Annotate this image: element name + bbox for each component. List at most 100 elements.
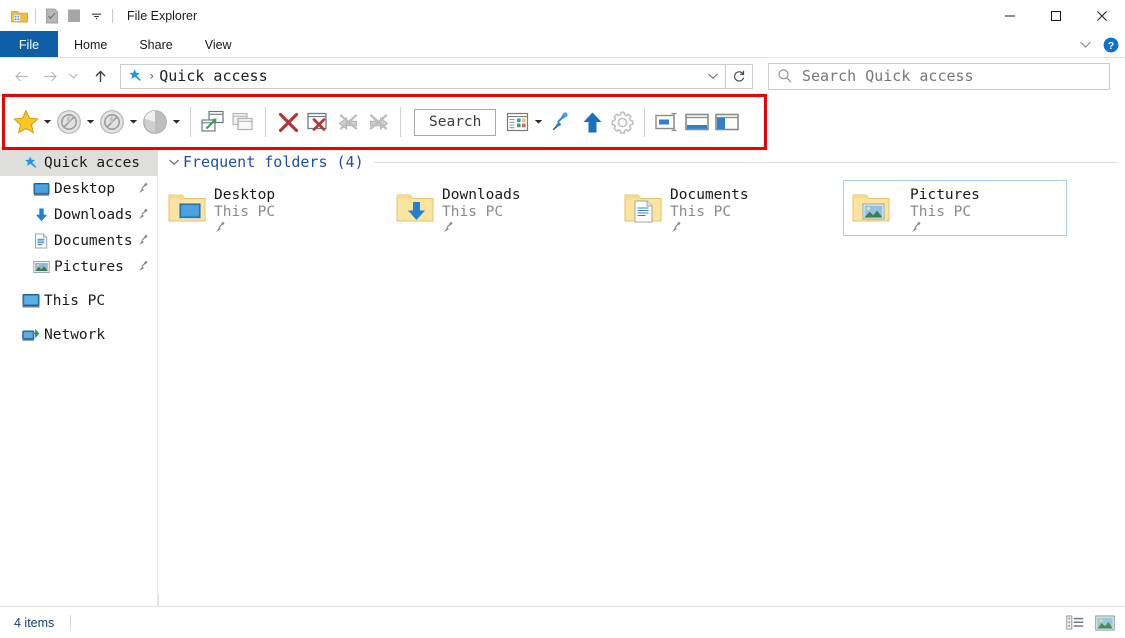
search-icon — [777, 68, 793, 84]
chevron-down-icon[interactable] — [532, 104, 545, 140]
sidebar-item-label: Pictures — [54, 259, 124, 275]
quick-access-toolbar — [0, 5, 118, 27]
favorites-star-icon[interactable] — [11, 104, 41, 140]
folder-tile-pictures[interactable]: Pictures This PC — [843, 180, 1067, 236]
sidebar-item-quick-access[interactable]: Quick acces — [0, 150, 157, 176]
maximize-button[interactable] — [1033, 0, 1079, 31]
settings-gear-icon[interactable] — [607, 104, 637, 140]
toolbar-item-blocked-2[interactable] — [97, 102, 140, 142]
chevron-down-icon[interactable] — [41, 104, 54, 140]
back-button[interactable] — [10, 64, 34, 88]
folder-tile-downloads[interactable]: Downloads This PC — [387, 180, 611, 236]
folder-tile-subtitle: This PC — [214, 204, 276, 220]
close-x-icon[interactable] — [273, 104, 303, 140]
folder-tile-text: Desktop This PC — [214, 185, 275, 239]
folder-tile-name: Desktop — [214, 187, 276, 203]
pane-center-icon[interactable] — [652, 104, 682, 140]
quick-access-star-icon — [22, 154, 40, 172]
no-entry-disabled-icon-2 — [97, 104, 127, 140]
toolbar-item-favorites[interactable] — [11, 102, 54, 142]
forward-button[interactable] — [38, 64, 62, 88]
folder-tile-documents[interactable]: Documents This PC — [615, 180, 839, 236]
pin-icon — [910, 221, 923, 238]
chevron-down-icon[interactable] — [84, 104, 97, 140]
search-box[interactable]: Search Quick access — [768, 62, 1110, 90]
qat-divider-2 — [112, 8, 113, 23]
sidebar-item-downloads[interactable]: Downloads — [0, 202, 157, 228]
pin-icon — [670, 221, 683, 238]
toolbar-item-view-options[interactable] — [502, 102, 545, 142]
tab-view[interactable]: View — [189, 31, 248, 58]
tab-home[interactable]: Home — [58, 31, 123, 58]
folder-tile-name: Downloads — [442, 187, 521, 203]
toolbar-divider-4 — [644, 107, 646, 137]
new-window-icon[interactable] — [198, 104, 228, 140]
sidebar-group-gap-2 — [0, 314, 157, 322]
pin-icon — [442, 221, 455, 238]
folder-tile-subtitle: This PC — [670, 204, 732, 220]
folder-pictures-icon — [850, 187, 892, 229]
breadcrumb-path[interactable]: Quick access — [159, 67, 267, 85]
chevron-down-icon[interactable] — [1077, 37, 1093, 53]
view-options-icon[interactable] — [502, 104, 532, 140]
pin-icon — [214, 221, 227, 238]
chevron-down-icon[interactable] — [706, 69, 720, 83]
chevron-down-icon[interactable] — [167, 155, 181, 169]
folder-tile-desktop[interactable]: Desktop This PC — [159, 180, 383, 236]
no-entry-disabled-icon-1 — [54, 104, 84, 140]
search-input[interactable]: Search Quick access — [802, 67, 974, 85]
refresh-button[interactable] — [726, 63, 753, 89]
address-bar[interactable]: › Quick access — [120, 63, 726, 89]
pin-icon — [137, 234, 151, 248]
help-icon[interactable]: ? — [1103, 37, 1119, 53]
folder-downloads-icon — [394, 187, 436, 229]
duplicate-window-icon[interactable] — [228, 104, 258, 140]
sidebar-item-label: This PC — [44, 293, 106, 309]
folder-tile-subtitle: This PC — [442, 204, 504, 220]
file-explorer-window: File Explorer File Home Share View ? › Q… — [0, 0, 1125, 638]
desktop-icon — [32, 180, 50, 198]
pin-icon[interactable] — [545, 104, 577, 140]
up-button[interactable] — [88, 64, 112, 88]
section-title: Frequent folders (4) — [183, 153, 364, 171]
sidebar-item-network[interactable]: Network — [0, 322, 157, 348]
chevron-down-icon[interactable] — [127, 104, 140, 140]
new-folder-icon[interactable] — [63, 5, 85, 27]
sidebar-item-label: Quick acces — [44, 155, 141, 171]
tab-share[interactable]: Share — [123, 31, 188, 58]
chevron-down-icon[interactable] — [170, 104, 183, 140]
folder-tile-text: Pictures This PC — [910, 185, 980, 239]
status-divider — [70, 615, 72, 630]
close-window-icon[interactable] — [303, 104, 333, 140]
large-icons-view-icon[interactable] — [1095, 614, 1115, 632]
tab-file[interactable]: File — [0, 31, 58, 58]
folder-tile-text: Downloads This PC — [442, 185, 521, 239]
properties-icon[interactable] — [41, 5, 63, 27]
section-header-frequent-folders[interactable]: Frequent folders (4) — [167, 150, 1117, 174]
details-view-icon[interactable] — [1065, 614, 1085, 632]
close-button[interactable] — [1079, 0, 1125, 31]
sidebar-item-pictures[interactable]: Pictures — [0, 254, 157, 280]
chevron-down-icon[interactable] — [85, 5, 107, 27]
address-bar-row: › Quick access Search Quick access — [0, 58, 1125, 94]
svg-text:?: ? — [1108, 39, 1114, 51]
toolbar-divider-3 — [400, 107, 401, 137]
pin-icon — [137, 260, 151, 274]
sidebar-item-desktop[interactable]: Desktop — [0, 176, 157, 202]
search-button[interactable]: Search — [414, 108, 497, 136]
toolbar-item-blocked-1[interactable] — [54, 102, 97, 142]
window-title: File Explorer — [127, 8, 198, 23]
folder-icon[interactable] — [8, 5, 30, 27]
sidebar-item-documents[interactable]: Documents — [0, 228, 157, 254]
pane-left-icon[interactable] — [712, 104, 742, 140]
content-pane: Frequent folders (4) Desktop This PC Dow… — [159, 150, 1125, 606]
sidebar-item-label: Network — [44, 327, 106, 343]
sidebar-item-this-pc[interactable]: This PC — [0, 288, 157, 314]
pane-bottom-icon[interactable] — [682, 104, 712, 140]
toolbar-item-globe[interactable] — [140, 102, 183, 142]
toolbar-divider-1 — [190, 107, 191, 137]
minimize-button[interactable] — [987, 0, 1033, 31]
up-arrow-icon[interactable] — [577, 104, 607, 140]
folder-desktop-icon — [166, 187, 208, 229]
recent-locations-button[interactable] — [64, 64, 82, 88]
